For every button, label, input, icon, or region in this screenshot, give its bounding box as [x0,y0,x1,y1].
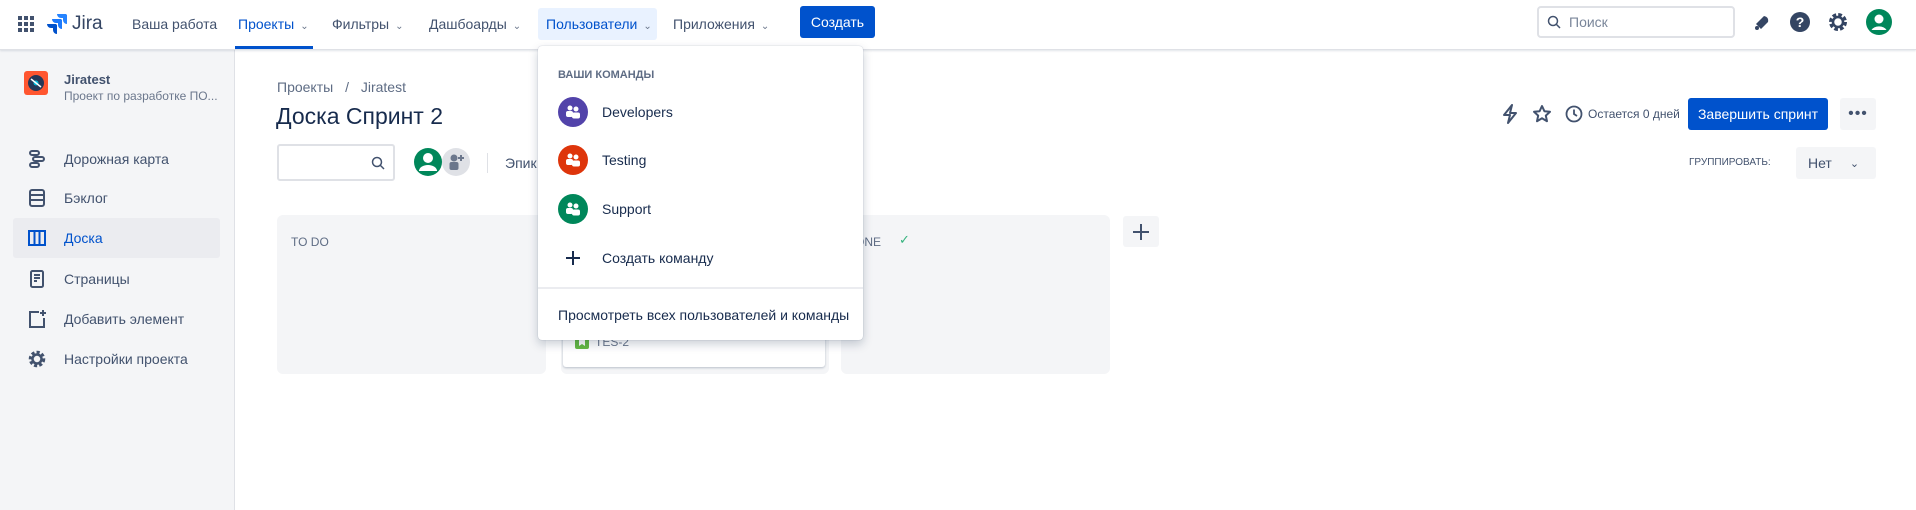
search-input[interactable]: Поиск [1537,6,1735,38]
column-title: TO DO [291,235,329,249]
nav-projects[interactable]: Проекты ⌄ [230,8,317,40]
board-icon [28,230,46,246]
nav-label: Проекты [238,16,295,32]
group-by-value: Нет [1808,155,1832,171]
team-name: Developers [602,104,673,120]
sidebar-item-label: Доска [64,230,103,246]
help-icon[interactable]: ? [1786,8,1814,36]
nav-label: Ваша работа [132,16,218,32]
settings-gear-icon[interactable] [1824,8,1852,36]
sidebar-item-label: Добавить элемент [64,311,185,327]
plus-icon [558,243,588,273]
chevron-down-icon: ⌄ [395,21,404,32]
backlog-icon [29,189,45,207]
roadmap-icon [29,150,45,168]
complete-sprint-button[interactable]: Завершить спринт [1688,98,1828,130]
board-column-todo: TO DO [277,215,546,374]
group-by-select[interactable]: Нет ⌄ [1796,147,1876,179]
team-icon [558,97,588,127]
chevron-down-icon: ⌄ [512,21,522,32]
nav-filters[interactable]: Фильтры ⌄ [324,8,411,40]
nav-label: Приложения [673,16,755,32]
sidebar-item-label: Бэклог [64,190,108,206]
board-search-input[interactable] [277,144,395,181]
sprint-days-left: Остается 0 дней [1588,107,1680,121]
sidebar-item-board[interactable]: Доска [13,218,220,258]
user-avatar[interactable] [1864,7,1894,37]
done-check-icon: ✓ [899,232,910,247]
team-item[interactable]: Developers [538,92,863,132]
breadcrumb-project[interactable]: Jiratest [361,79,406,95]
top-navigation: Jira Ваша работа Проекты ⌄ Фильтры ⌄ Дашбо… [0,0,1916,50]
nav-label: Фильтры [332,16,390,32]
search-icon [1547,15,1561,29]
project-avatar-icon [24,71,48,95]
plus-icon [1133,223,1149,240]
nav-label: Дашбоарды [429,16,507,32]
create-button[interactable]: Создать [800,6,875,38]
add-column-button[interactable] [1123,216,1159,247]
team-item[interactable]: Support [538,189,863,229]
project-description: Проект по разработке ПО... [64,89,218,103]
nav-people[interactable]: Пользователи ⌄ [538,8,657,40]
active-nav-indicator [235,46,313,49]
board-column-done: ONE ✓ [841,215,1110,374]
notifications-icon[interactable] [1748,8,1776,36]
nav-label: Пользователи [546,16,638,32]
sidebar-item-add-item[interactable]: Добавить элемент [13,299,220,339]
svg-text:?: ? [1796,14,1805,30]
sidebar-item-roadmap[interactable]: Дорожная карта [13,139,220,179]
add-people-icon[interactable] [440,146,472,178]
view-all-people-link[interactable]: Просмотреть всех пользователей и команды [538,295,863,335]
view-all-label: Просмотреть всех пользователей и команды [558,307,850,323]
sidebar-item-pages[interactable]: Страницы [13,259,220,299]
sidebar-item-label: Дорожная карта [64,151,169,167]
nav-apps[interactable]: Приложения ⌄ [665,8,777,40]
chevron-down-icon: ⌄ [643,21,652,32]
nav-dashboards[interactable]: Дашбоарды ⌄ [421,8,529,40]
star-icon[interactable] [1530,102,1554,126]
sidebar-item-label: Страницы [64,271,130,287]
people-dropdown-menu: ВАШИ КОМАНДЫ Developers Testing Support … [538,46,863,340]
create-team-label: Создать команду [602,250,714,266]
automation-icon[interactable] [1498,102,1522,126]
more-icon: ••• [1848,105,1868,122]
sidebar-item-backlog[interactable]: Бэклог [13,178,220,218]
toolbar-divider [487,153,488,173]
jira-logo[interactable]: Jira [46,12,103,36]
create-team-item[interactable]: Создать команду [538,238,863,278]
project-sidebar: Jiratest Проект по разработке ПО... Доро… [0,50,235,510]
search-icon [371,156,385,170]
team-name: Support [602,201,652,217]
team-icon [558,194,588,224]
sidebar-item-label: Настройки проекта [64,351,188,367]
breadcrumb-separator: / [345,79,349,95]
project-name[interactable]: Jiratest [64,72,110,87]
sidebar-item-settings[interactable]: Настройки проекта [13,339,220,379]
add-item-icon [29,310,46,328]
search-placeholder: Поиск [1569,14,1608,30]
more-actions-button[interactable]: ••• [1840,98,1876,130]
chevron-down-icon: ⌄ [760,21,770,32]
team-name: Testing [602,152,647,168]
pages-icon [30,270,44,288]
product-name: Jira [72,13,103,34]
menu-divider [538,287,863,289]
teams-header: ВАШИ КОМАНДЫ [558,69,655,81]
chevron-down-icon: ⌄ [300,21,309,32]
page-title: Доска Спринт 2 [276,103,443,129]
epic-filter[interactable]: Эпик [505,155,537,171]
breadcrumb-projects[interactable]: Проекты [277,79,333,95]
clock-icon [1562,102,1586,126]
group-by-label: ГРУППИРОВАТЬ: [1689,157,1771,168]
team-icon [558,145,588,175]
gear-icon [28,350,46,368]
app-switcher-icon[interactable] [14,12,38,36]
team-item[interactable]: Testing [538,140,863,180]
nav-your-work[interactable]: Ваша работа [124,8,225,40]
chevron-down-icon: ⌄ [1849,157,1860,170]
breadcrumb: Проекты / Jiratest [277,79,406,95]
